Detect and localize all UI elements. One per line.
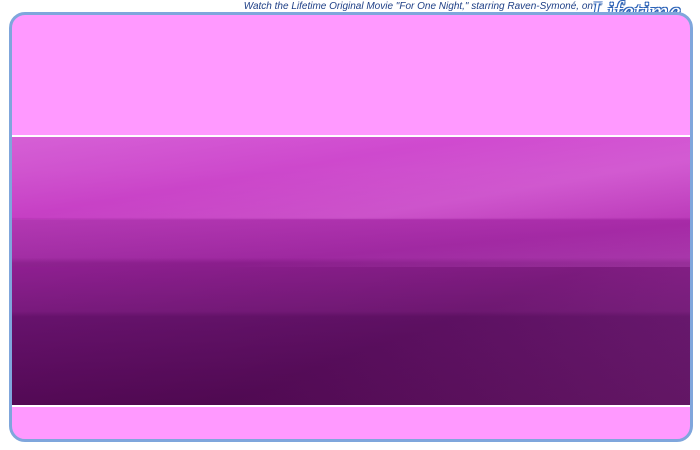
registered-mark: ® bbox=[681, 0, 686, 1]
gradient-band bbox=[12, 135, 690, 407]
band-stripe-middle bbox=[12, 219, 690, 267]
page: Watch the Lifetime Original Movie "For O… bbox=[0, 0, 700, 450]
band-stripe-bottom bbox=[12, 267, 690, 405]
promo-text: Watch the Lifetime Original Movie "For O… bbox=[243, 1, 593, 12]
ad-frame bbox=[9, 12, 693, 442]
band-stripe-top bbox=[12, 137, 690, 219]
